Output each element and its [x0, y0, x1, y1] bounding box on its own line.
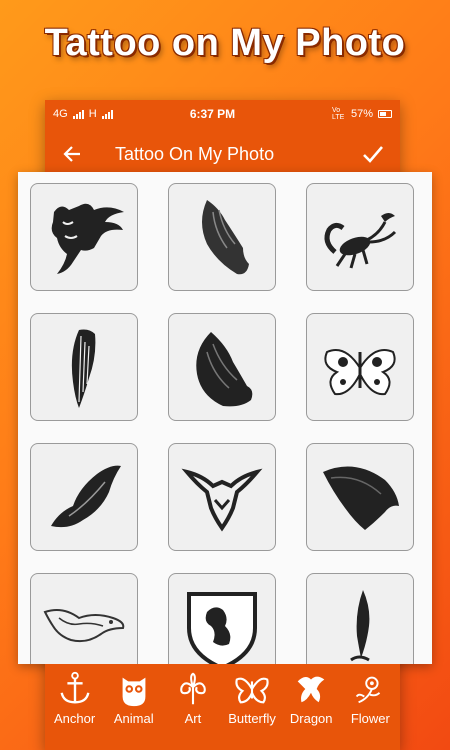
category-label: Animal	[113, 711, 154, 726]
flower-icon	[356, 676, 381, 704]
category-label: Dragon	[289, 711, 333, 726]
dragon-icon	[297, 676, 325, 703]
tattoo-tile[interactable]	[30, 313, 138, 421]
category-art[interactable]: Art	[164, 670, 222, 726]
anchor-icon	[60, 671, 90, 704]
battery-icon	[378, 110, 392, 118]
category-butterfly[interactable]: Butterfly	[223, 670, 281, 726]
network-type-2: H	[88, 108, 97, 120]
black-wing-tattoo-icon	[323, 466, 399, 530]
tattoo-tile[interactable]	[30, 443, 138, 551]
horn-tattoo-icon	[350, 590, 370, 662]
tattoo-tile[interactable]	[168, 443, 276, 551]
signal-icon-2	[101, 109, 113, 119]
wing-dragon-tattoo-icon	[202, 200, 249, 275]
tattoo-tile[interactable]	[168, 183, 276, 291]
category-label: Butterfly	[228, 711, 276, 726]
tattoo-tile[interactable]	[306, 573, 414, 664]
category-label: Art	[184, 711, 202, 726]
tattoo-tile[interactable]	[168, 573, 276, 664]
butterfly-icon	[235, 677, 269, 704]
butterfly-tattoo-icon	[324, 349, 396, 396]
tattoo-tile[interactable]	[30, 183, 138, 291]
scorpion-tattoo-icon	[324, 213, 397, 269]
signal-icon	[72, 109, 84, 119]
category-label: Anchor	[53, 711, 96, 726]
swirl-art-icon	[180, 672, 206, 705]
owl-icon	[122, 677, 146, 707]
tattoo-tile[interactable]	[306, 313, 414, 421]
category-anchor[interactable]: Anchor	[46, 670, 104, 726]
tattoo-tile[interactable]	[168, 313, 276, 421]
network-type: 4G	[53, 108, 68, 120]
tattoo-tile[interactable]	[306, 443, 414, 551]
category-label: Flower	[350, 711, 390, 726]
status-bar: 4G H 6:37 PM Vo LTE 57%	[45, 100, 400, 128]
bull-tattoo-icon	[51, 203, 124, 274]
volte-icon: Vo LTE	[331, 107, 345, 121]
battery-percent: 57%	[350, 108, 373, 120]
tattoo-tile[interactable]	[306, 183, 414, 291]
status-time: 6:37 PM	[189, 107, 236, 121]
promo-title: Tattoo on My Photo	[44, 22, 406, 64]
tribal-dragon-tattoo-icon	[181, 468, 263, 532]
eagle-wing-tattoo-icon	[196, 332, 253, 407]
category-flower[interactable]: Flower	[341, 670, 399, 726]
category-bar: Anchor Animal Art Butterfly Dragon Flowe…	[45, 664, 400, 750]
tattoo-tile[interactable]	[30, 573, 138, 664]
lion-shield-tattoo-icon	[187, 592, 257, 664]
dove-tattoo-icon	[43, 609, 125, 643]
category-dragon[interactable]: Dragon	[282, 670, 340, 726]
bird-wing-tattoo-icon	[51, 465, 121, 528]
feather-wing-tattoo-icon	[71, 329, 96, 408]
tattoo-sheet	[18, 172, 432, 664]
category-animal[interactable]: Animal	[105, 670, 163, 726]
app-bar-title: Tattoo On My Photo	[115, 143, 275, 164]
